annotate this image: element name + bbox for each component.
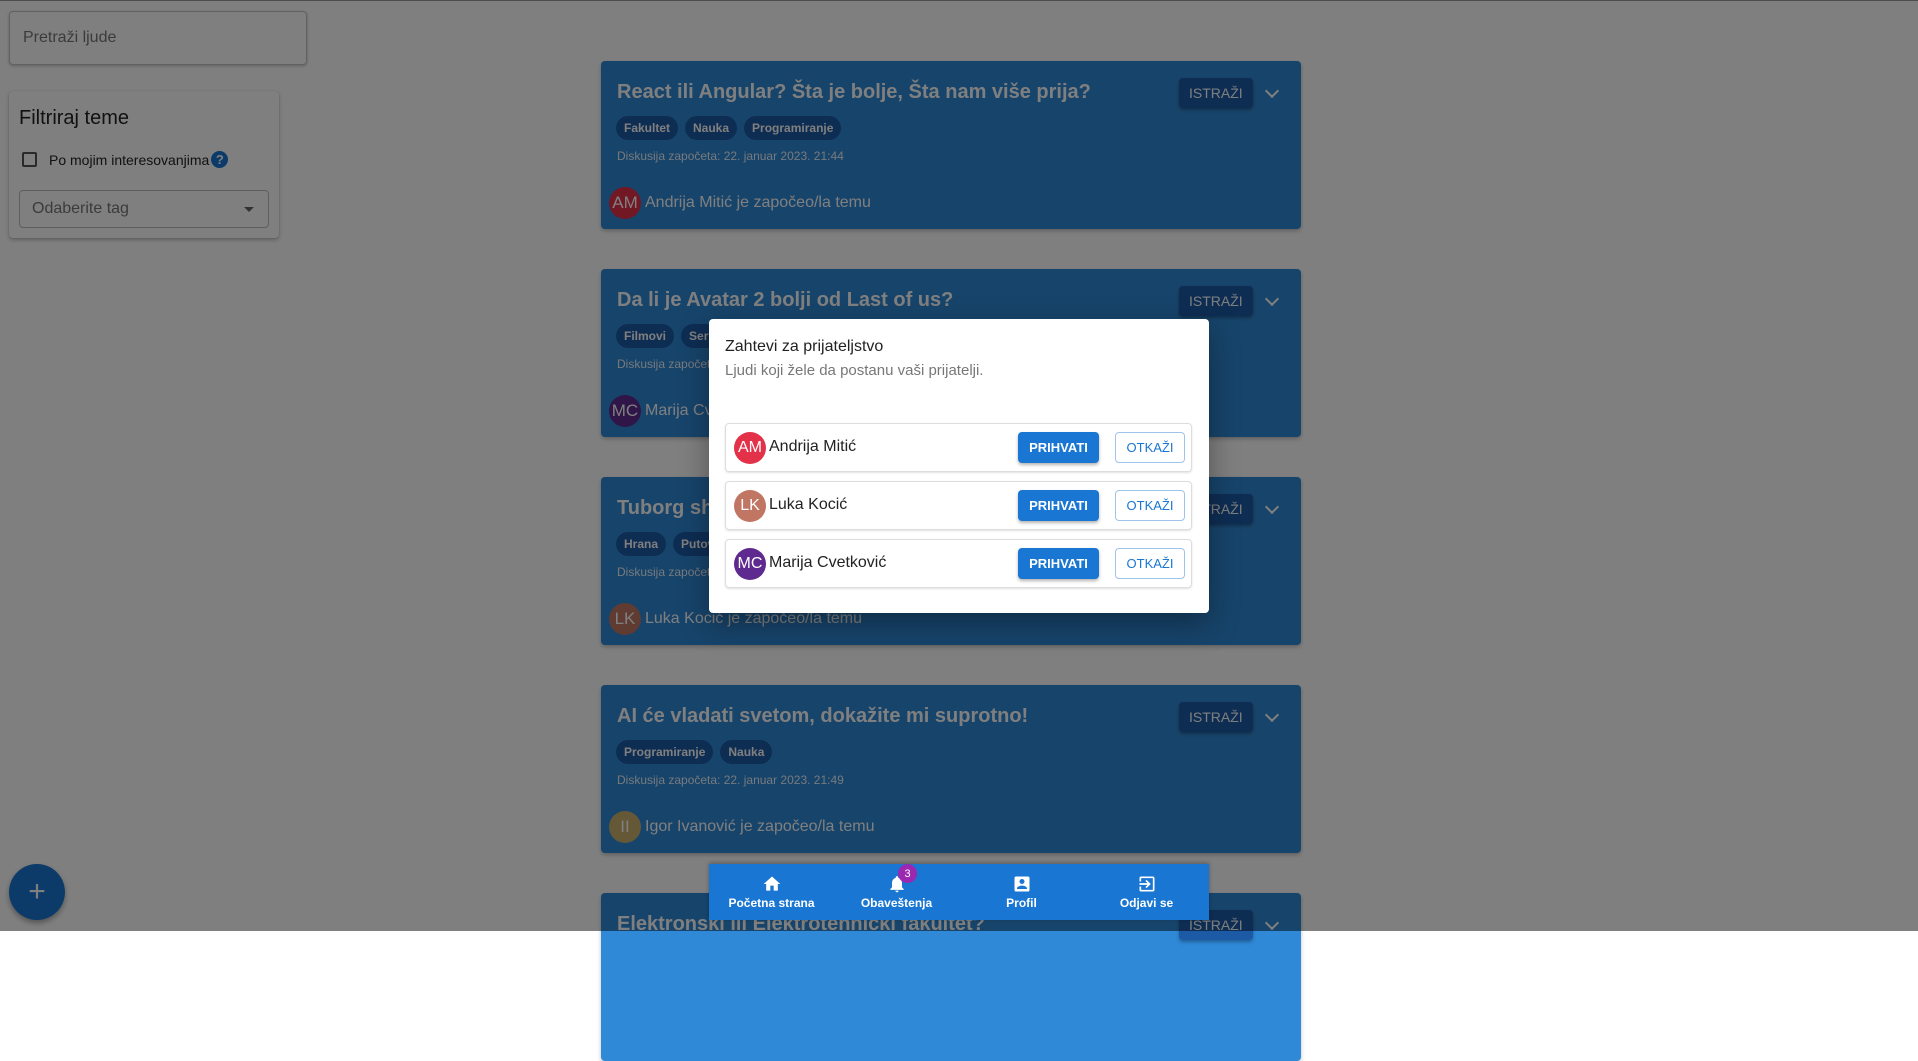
accept-button[interactable]: PRIHVATI	[1018, 490, 1099, 521]
nav-label: Odjavi se	[1119, 896, 1174, 910]
accept-button[interactable]: PRIHVATI	[1018, 432, 1099, 463]
decline-button[interactable]: OTKAŽI	[1115, 548, 1185, 579]
avatar: LK	[734, 490, 766, 522]
decline-button[interactable]: OTKAŽI	[1115, 432, 1185, 463]
profile-icon	[1014, 876, 1029, 892]
accept-button[interactable]: PRIHVATI	[1018, 548, 1099, 579]
logout-icon	[1139, 876, 1154, 892]
dialog-title: Zahtevi za prijateljstvo	[725, 338, 884, 355]
dialog-subtitle: Ljudi koji žele da postanu vaši prijatel…	[725, 362, 984, 379]
nav-item-notifications[interactable]: 3 Obaveštenja	[834, 864, 959, 920]
nav-item-home[interactable]: Početna strana	[709, 864, 834, 920]
avatar: MC	[734, 548, 766, 580]
avatar: AM	[734, 432, 766, 464]
decline-button[interactable]: OTKAŽI	[1115, 490, 1185, 521]
friend-request-row: AM Andrija Mitić PRIHVATI OTKAŽI	[725, 423, 1192, 472]
requester-name: Marija Cvetković	[769, 554, 887, 571]
home-icon	[763, 876, 780, 891]
bottom-navigation: Početna strana 3 Obaveštenja Profil Odja…	[709, 864, 1209, 920]
friend-request-row: MC Marija Cvetković PRIHVATI OTKAŽI	[725, 539, 1192, 588]
notification-count-badge: 3	[898, 864, 917, 883]
requester-name: Andrija Mitić	[769, 438, 857, 455]
nav-label: Početna strana	[728, 896, 815, 910]
nav-label: Obaveštenja	[860, 896, 933, 910]
nav-label: Profil	[1006, 896, 1037, 910]
friend-requests-dialog: Zahtevi za prijateljstvo Ljudi koji žele…	[709, 319, 1209, 613]
requester-name: Luka Kocić	[769, 496, 848, 513]
nav-item-logout[interactable]: Odjavi se	[1084, 864, 1209, 920]
friend-request-row: LK Luka Kocić PRIHVATI OTKAŽI	[725, 481, 1192, 530]
nav-item-profile[interactable]: Profil	[959, 864, 1084, 920]
